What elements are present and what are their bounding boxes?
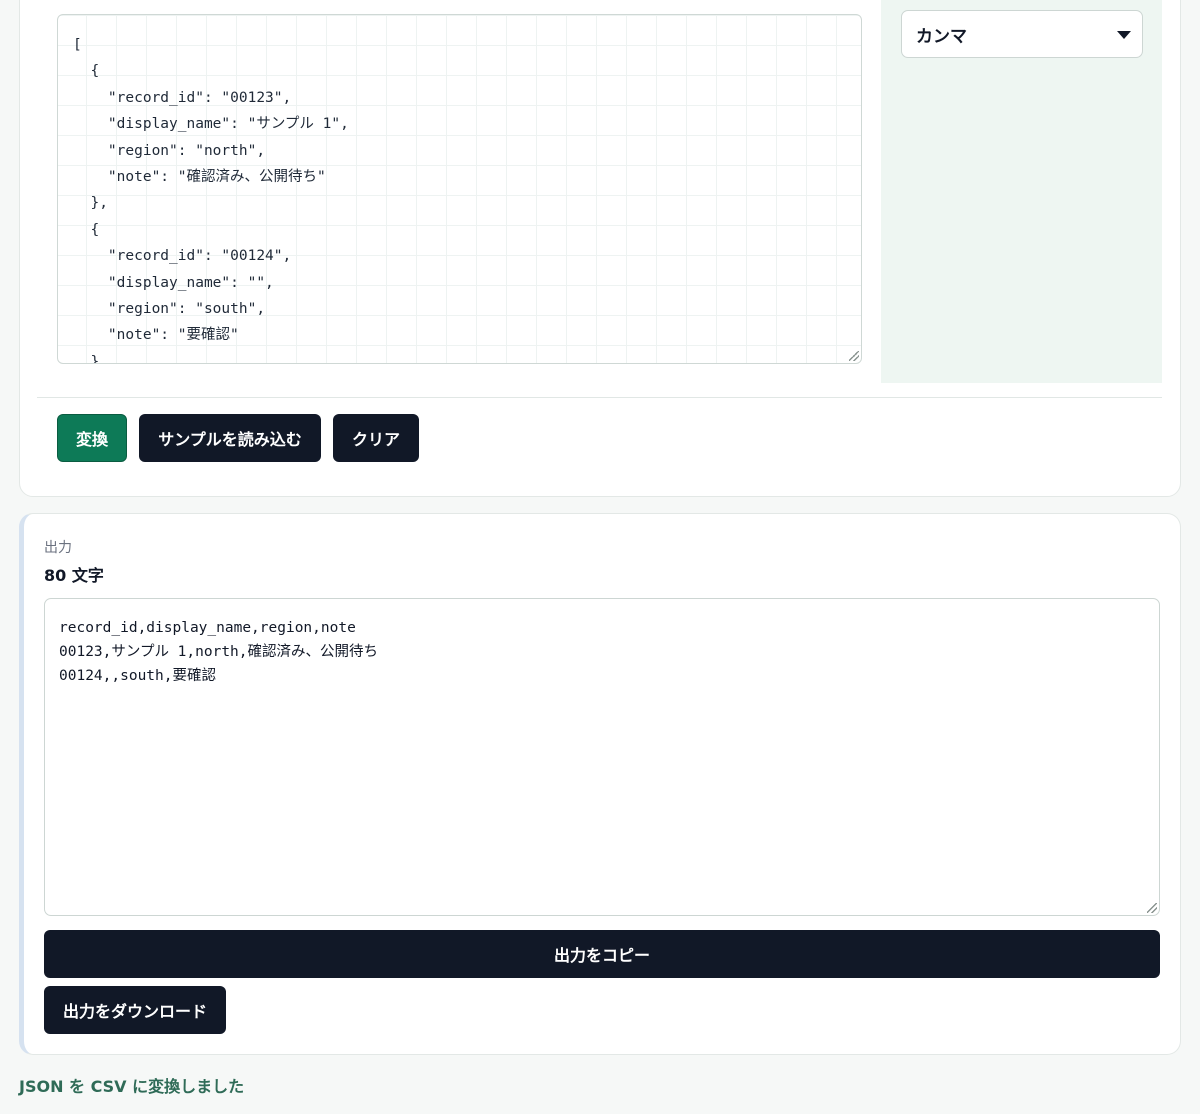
resize-handle-icon[interactable] bbox=[1147, 903, 1157, 913]
chevron-down-icon bbox=[1117, 31, 1131, 39]
json-input-text[interactable]: [ { "record_id": "00123", "display_name"… bbox=[73, 32, 846, 363]
json-input-textarea[interactable]: [ { "record_id": "00123", "display_name"… bbox=[57, 14, 862, 364]
delimiter-select[interactable]: カンマ bbox=[901, 10, 1143, 58]
convert-button[interactable]: 変換 bbox=[57, 414, 127, 462]
copy-output-button[interactable]: 出力をコピー bbox=[44, 930, 1160, 978]
csv-output-textarea[interactable]: record_id,display_name,region,note 00123… bbox=[44, 598, 1160, 916]
download-output-button[interactable]: 出力をダウンロード bbox=[44, 986, 226, 1034]
output-label: 出力 bbox=[44, 540, 72, 556]
divider bbox=[37, 397, 1162, 398]
csv-output-text[interactable]: record_id,display_name,region,note 00123… bbox=[59, 616, 378, 688]
status-message: JSON を CSV に変換しました bbox=[19, 1077, 245, 1096]
load-sample-button[interactable]: サンプルを読み込む bbox=[139, 414, 321, 462]
output-char-count: 80 文字 bbox=[44, 566, 104, 585]
clear-button[interactable]: クリア bbox=[333, 414, 419, 462]
delimiter-selected-value: カンマ bbox=[916, 26, 967, 47]
resize-handle-icon[interactable] bbox=[849, 351, 859, 361]
